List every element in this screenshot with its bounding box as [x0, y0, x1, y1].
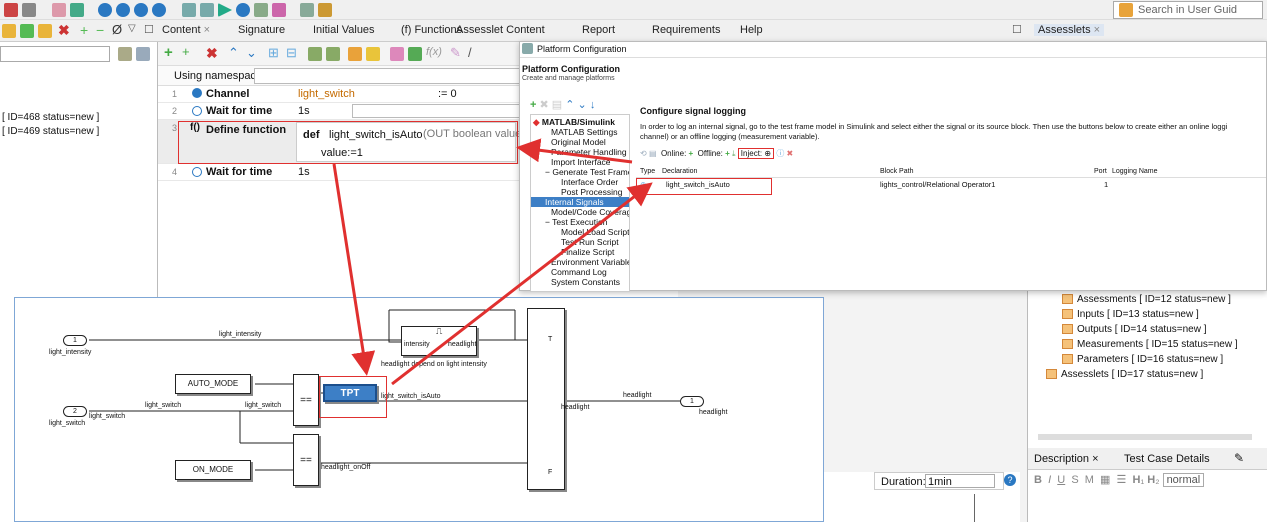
arrow-inject-to-function: [516, 138, 633, 164]
arrow-tpt-to-signal: [391, 182, 653, 386]
annotation-arrows: [332, 138, 653, 386]
arrow-function-to-tpt: [332, 163, 376, 376]
